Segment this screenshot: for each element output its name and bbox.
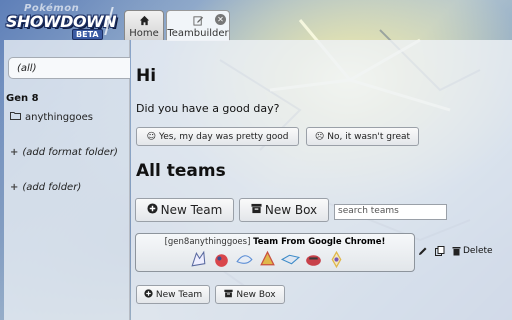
no-not-great-button[interactable]: ☹ No, it wasn't great: [306, 127, 419, 146]
pokemon-sprite-icon: [280, 254, 301, 265]
copy-icon: [435, 246, 445, 256]
frown-icon: ☹: [314, 131, 325, 142]
archive-icon: [251, 203, 262, 217]
greeting-title: Hi: [136, 66, 157, 86]
tab-home[interactable]: Home: [124, 10, 164, 40]
new-box-label: New Box: [264, 203, 318, 217]
search-teams-input[interactable]: search teams: [334, 204, 447, 220]
team-title: [gen8anythinggoes] Team From Google Chro…: [136, 237, 414, 247]
duplicate-team-button[interactable]: [435, 246, 445, 256]
tab-home-label: Home: [129, 28, 159, 39]
sidebar-item-all[interactable]: (all): [8, 57, 130, 79]
sidebar-add-format-folder[interactable]: + (add format folder): [10, 147, 118, 158]
yes-good-day-button[interactable]: ☺ Yes, my day was pretty good: [136, 127, 299, 146]
pokemon-sprite-icon: [331, 250, 342, 269]
pencil-icon: [419, 247, 427, 255]
new-box-button[interactable]: New Box: [239, 198, 329, 222]
sidebar-folder-anythinggoes[interactable]: anythinggoes: [10, 111, 93, 123]
team-sprites: [188, 249, 347, 271]
all-teams-title: All teams: [136, 161, 226, 181]
bottom-new-team-button[interactable]: New Team: [136, 285, 210, 304]
new-team-button[interactable]: New Team: [135, 198, 234, 222]
pokemon-sprite-icon: [260, 250, 275, 266]
sidebar-gen-label: Gen 8: [6, 93, 39, 104]
team-card[interactable]: [gen8anythinggoes] Team From Google Chro…: [135, 233, 415, 272]
delete-label: Delete: [463, 246, 493, 256]
sidebar-add-format-folder-label: (add format folder): [22, 147, 118, 158]
home-icon: [125, 15, 163, 26]
pokemon-sprite-icon: [215, 254, 228, 267]
pokemon-sprite-icon: [306, 255, 321, 266]
tab-teambuilder[interactable]: Teambuilder ✕: [166, 10, 230, 41]
delete-team-button[interactable]: Delete: [452, 246, 493, 256]
showdown-logo[interactable]: Pokémon SHOWDOWN BETA: [4, 3, 122, 40]
main-panel: Hi Did you have a good day? ☺ Yes, my da…: [131, 40, 512, 320]
archive-icon: [224, 289, 233, 301]
trash-icon: [452, 247, 461, 256]
sidebar-folder-label: anythinggoes: [25, 111, 93, 123]
folder-icon: [10, 111, 21, 123]
sidebar-add-folder[interactable]: + (add folder): [10, 182, 81, 193]
tab-teambuilder-label: Teambuilder: [167, 28, 229, 39]
bottom-new-box-button[interactable]: New Box: [215, 285, 285, 304]
bottom-new-box-label: New Box: [236, 289, 276, 300]
bottom-new-team-label: New Team: [155, 289, 203, 300]
plus-circle-icon: [147, 203, 158, 217]
header: Pokémon SHOWDOWN BETA Home Teambuilder ✕: [0, 0, 512, 41]
team-card-actions: Delete: [418, 246, 500, 256]
yes-button-label: Yes, my day was pretty good: [158, 131, 289, 142]
sidebar: (all) Gen 8 anythinggoes + (add format f…: [4, 40, 130, 320]
plus-circle-icon: [144, 288, 153, 301]
team-format-tag: [gen8anythinggoes]: [164, 237, 251, 247]
sidebar-add-folder-label: (add folder): [22, 182, 82, 193]
new-team-label: New Team: [160, 203, 223, 217]
plus-icon: +: [10, 147, 19, 158]
smile-icon: ☺: [146, 131, 156, 142]
logo-beta-badge: BETA: [72, 29, 103, 40]
pokemon-sprite-icon: [191, 250, 206, 267]
greeting-question: Did you have a good day?: [136, 102, 280, 115]
plus-icon: +: [10, 182, 19, 193]
no-button-label: No, it wasn't great: [327, 131, 411, 142]
edit-team-button[interactable]: [418, 246, 428, 256]
pokemon-sprite-icon: [236, 255, 253, 264]
team-name: Team From Google Chrome!: [253, 237, 386, 247]
close-icon[interactable]: ✕: [215, 14, 226, 25]
